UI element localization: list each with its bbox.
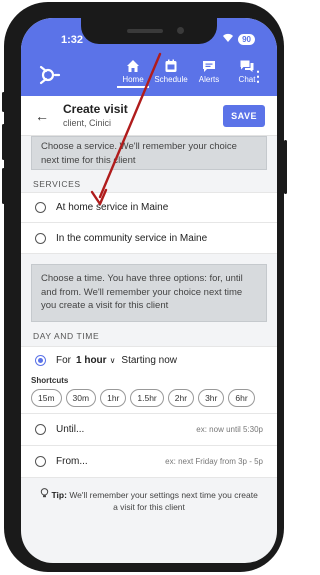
shortcut-chip[interactable]: 1.5hr (130, 389, 164, 407)
shortcut-chip[interactable]: 15m (31, 389, 62, 407)
until-hint: ex: now until 5:30p (196, 425, 263, 434)
from-option-row[interactable]: From... ex: next Friday from 3p - 5p (21, 446, 277, 478)
shortcut-chip[interactable]: 2hr (167, 389, 195, 407)
from-label: From... (56, 456, 88, 467)
shortcut-chips: 15m 30m 1hr 1.5hr 2hr 3hr 6hr (31, 389, 277, 407)
nav-item-home[interactable]: Home (117, 58, 149, 88)
radio-button[interactable] (35, 202, 46, 213)
shortcuts-label: Shortcuts (31, 376, 69, 385)
phone-side-button (2, 92, 5, 112)
service-hint-box: Choose a service. We'll remember your ch… (31, 136, 267, 170)
for-option-row[interactable]: For 1 hour ∨ Starting now (21, 346, 277, 374)
lightbulb-icon (40, 488, 51, 500)
service-option-home[interactable]: At home service in Maine (21, 192, 277, 223)
shortcuts-section: Shortcuts 15m 30m 1hr 1.5hr 2hr 3hr 6hr (21, 374, 277, 414)
page-header: ← Create visit client, Cinici SAVE (21, 96, 277, 136)
top-nav: Home Schedule Alerts Chat ⋮ (21, 54, 277, 96)
app-logo-icon[interactable] (35, 62, 61, 88)
back-arrow-icon[interactable]: ← (35, 108, 49, 124)
nav-label-schedule: Schedule (154, 75, 188, 84)
shortcut-chip[interactable]: 30m (65, 389, 97, 407)
phone-side-button (2, 124, 5, 160)
radio-button[interactable] (35, 232, 46, 244)
save-button[interactable]: SAVE (223, 105, 265, 127)
shortcut-chip[interactable]: 1hr (100, 389, 127, 407)
status-time: 1:32 (61, 34, 84, 46)
phone-frame: 1:32 90 Home Schedule Alerts Chat ⋮ ← Cr… (4, 2, 284, 572)
until-label: Until... (56, 424, 85, 435)
time-hint-box: Choose a time. You have three options: f… (31, 264, 267, 322)
nav-item-schedule[interactable]: Schedule (154, 58, 188, 88)
nav-label-alerts: Alerts (198, 75, 220, 84)
nav-item-alerts[interactable]: Alerts (193, 58, 225, 88)
until-option-row[interactable]: Until... ex: now until 5:30p (21, 414, 277, 446)
page-subtitle: client, Cinici (63, 118, 112, 128)
service-option-label: At home service in Maine (56, 202, 169, 213)
phone-side-button (284, 140, 287, 194)
radio-button[interactable] (35, 456, 46, 467)
starting-label: Starting now (121, 355, 178, 366)
from-hint: ex: next Friday from 3p - 5p (165, 457, 263, 466)
nav-label-home: Home (122, 75, 144, 84)
form-content: Choose a service. We'll remember your ch… (21, 136, 277, 523)
battery-badge: 90 (238, 34, 255, 45)
tip-body: We'll remember your settings next time y… (69, 490, 258, 512)
services-section-label: SERVICES (33, 179, 81, 189)
for-label: For (56, 355, 71, 366)
home-icon (127, 60, 139, 72)
day-time-section-label: DAY AND TIME (33, 331, 100, 341)
more-menu-icon[interactable]: ⋮ (251, 68, 265, 85)
page-title: Create visit (63, 102, 128, 116)
notch (81, 18, 217, 44)
nav-items: Home Schedule Alerts Chat (117, 58, 263, 88)
shortcut-chip[interactable]: 6hr (228, 389, 255, 407)
message-icon (203, 61, 215, 72)
calendar-icon (165, 59, 177, 72)
radio-button[interactable] (35, 424, 46, 435)
service-option-community[interactable]: In the community service in Maine (21, 223, 277, 254)
tip-text: Tip: We'll remember your settings next t… (21, 478, 277, 523)
status-icons: 90 (222, 33, 255, 46)
shortcut-chip[interactable]: 3hr (198, 389, 225, 407)
phone-side-button (2, 168, 5, 204)
tip-prefix: Tip: (51, 490, 67, 500)
phone-screen: 1:32 90 Home Schedule Alerts Chat ⋮ ← Cr… (21, 18, 277, 563)
radio-button-selected[interactable] (35, 355, 46, 366)
wifi-icon (222, 33, 234, 46)
chevron-down-icon[interactable]: ∨ (110, 356, 116, 365)
duration-select[interactable]: 1 hour (76, 355, 107, 366)
service-option-label: In the community service in Maine (56, 232, 208, 244)
